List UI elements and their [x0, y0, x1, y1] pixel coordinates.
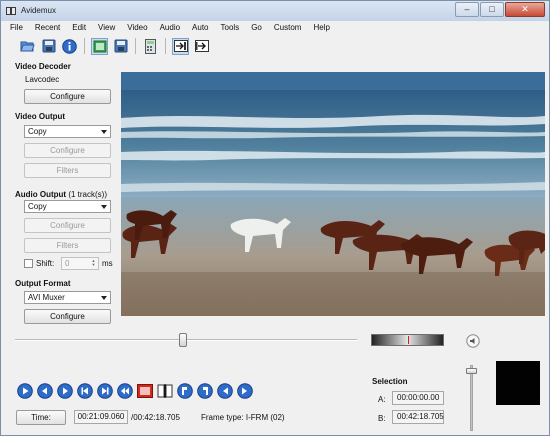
- save-video-icon: [93, 40, 106, 52]
- avidemux-app-icon: [6, 7, 16, 15]
- title-bar: Avidemux – □ ✕: [1, 1, 549, 21]
- video-filters-button[interactable]: Filters: [24, 163, 111, 178]
- output-format-heading: Output Format: [15, 279, 71, 288]
- audio-output-heading: Audio Output (1 track(s)): [15, 190, 107, 199]
- menu-go[interactable]: Go: [251, 21, 262, 34]
- audio-meter: [496, 361, 540, 405]
- menu-view[interactable]: View: [98, 21, 115, 34]
- volume-thumb[interactable]: [466, 368, 477, 375]
- close-button[interactable]: ✕: [505, 2, 545, 17]
- record-icon[interactable]: [137, 383, 153, 399]
- audio-output-value: Copy: [28, 202, 47, 211]
- menu-edit[interactable]: Edit: [72, 21, 86, 34]
- total-time: /00:42:18.705: [131, 413, 180, 422]
- video-decoder-codec: Lavcodec: [25, 75, 60, 84]
- main-toolbar: [1, 36, 549, 56]
- previous-keyframe-icon[interactable]: [77, 383, 93, 399]
- save-icon: [42, 39, 55, 53]
- output-format-value: AVI Muxer: [28, 293, 65, 302]
- menu-recent[interactable]: Recent: [35, 21, 60, 34]
- marker-b-time: 00:42:18.705: [392, 410, 444, 424]
- seek-thumb[interactable]: [178, 333, 187, 347]
- open-icon: [20, 41, 35, 52]
- calculator-button[interactable]: [142, 38, 159, 55]
- video-decoder-heading: Video Decoder: [15, 62, 71, 71]
- marker-a-time: 00:00:00.00: [392, 391, 444, 405]
- shift-label: Shift:: [36, 259, 55, 268]
- audio-filters-button[interactable]: Filters: [24, 238, 111, 253]
- chevron-down-icon: [101, 205, 107, 209]
- goto-marker-a-icon[interactable]: [217, 383, 233, 399]
- selection-heading: Selection: [372, 377, 408, 386]
- video-output-configure-button[interactable]: Configure: [24, 143, 111, 158]
- play-filtered-button[interactable]: [172, 37, 189, 55]
- goto-marker-b-icon[interactable]: [237, 383, 253, 399]
- video-preview: [121, 72, 545, 316]
- shift-spinbox[interactable]: 0 ▲ ▼: [61, 257, 99, 270]
- save-video-button[interactable]: [91, 37, 108, 55]
- info-button[interactable]: [61, 38, 78, 55]
- audio-output-select[interactable]: Copy: [24, 200, 111, 213]
- video-output-value: Copy: [28, 127, 47, 136]
- output-preview-button[interactable]: [193, 38, 210, 55]
- playback-controls: [17, 383, 253, 399]
- output-preview-icon: [194, 40, 209, 52]
- menu-audio[interactable]: Audio: [160, 21, 180, 34]
- menu-video[interactable]: Video: [127, 21, 147, 34]
- calculator-icon: [145, 38, 156, 54]
- audio-track-count: (1 track(s)): [68, 190, 107, 199]
- save-button[interactable]: [40, 38, 57, 55]
- menu-help[interactable]: Help: [313, 21, 329, 34]
- next-frame-icon[interactable]: [57, 383, 73, 399]
- toolbar-separator: [135, 38, 136, 54]
- output-format-select[interactable]: AVI Muxer: [24, 291, 111, 304]
- menu-bar: File Recent Edit View Video Audio Auto T…: [1, 21, 549, 34]
- window-title: Avidemux: [21, 6, 56, 15]
- menu-file[interactable]: File: [10, 21, 23, 34]
- spin-arrows-icon[interactable]: ▲ ▼: [90, 259, 97, 268]
- previous-frame-icon[interactable]: [37, 383, 53, 399]
- play-filtered-icon: [173, 40, 188, 52]
- avidemux-window: Avidemux – □ ✕ File Recent Edit View Vid…: [0, 0, 550, 436]
- minimize-button[interactable]: –: [455, 2, 479, 17]
- marker-b-label: B:: [378, 414, 386, 423]
- time-button[interactable]: Time:: [16, 410, 66, 425]
- chevron-down-icon: [101, 130, 107, 134]
- shift-value: 0: [65, 259, 70, 268]
- jog-center-mark: [408, 336, 409, 344]
- frame-type: Frame type: I-FRM (02): [201, 413, 285, 422]
- marker-a-label: A:: [378, 395, 386, 404]
- video-decoder-configure-button[interactable]: Configure: [24, 89, 111, 104]
- output-format-configure-button[interactable]: Configure: [24, 309, 111, 324]
- toolbar-separator: [84, 38, 85, 54]
- split-icon[interactable]: [157, 383, 173, 399]
- open-button[interactable]: [19, 38, 36, 55]
- shift-unit: ms: [102, 259, 113, 268]
- volume-icon[interactable]: [466, 334, 480, 348]
- volume-slider[interactable]: [470, 365, 473, 431]
- info-icon: [62, 38, 77, 54]
- toolbar-separator: [165, 38, 166, 54]
- menu-auto[interactable]: Auto: [192, 21, 208, 34]
- save-as-icon: [114, 39, 127, 53]
- jog-shuttle[interactable]: [371, 334, 444, 346]
- shift-checkbox[interactable]: [24, 259, 33, 268]
- menu-tools[interactable]: Tools: [221, 21, 240, 34]
- video-frame-horses-on-beach: [121, 72, 545, 316]
- video-output-heading: Video Output: [15, 112, 66, 121]
- set-marker-b-icon[interactable]: [197, 383, 213, 399]
- audio-output-title: Audio Output: [15, 190, 67, 199]
- chevron-down-icon: [101, 296, 107, 300]
- maximize-button[interactable]: □: [480, 2, 504, 17]
- audio-output-configure-button[interactable]: Configure: [24, 218, 111, 233]
- current-time-field[interactable]: 00:21:09.060: [74, 410, 128, 424]
- next-keyframe-icon[interactable]: [97, 383, 113, 399]
- play-icon[interactable]: [17, 383, 33, 399]
- video-output-select[interactable]: Copy: [24, 125, 111, 138]
- window-controls: – □ ✕: [455, 2, 545, 17]
- menu-custom[interactable]: Custom: [274, 21, 302, 34]
- set-marker-a-icon[interactable]: [177, 383, 193, 399]
- save-as-button[interactable]: [112, 38, 129, 55]
- previous-black-frame-icon[interactable]: [117, 383, 133, 399]
